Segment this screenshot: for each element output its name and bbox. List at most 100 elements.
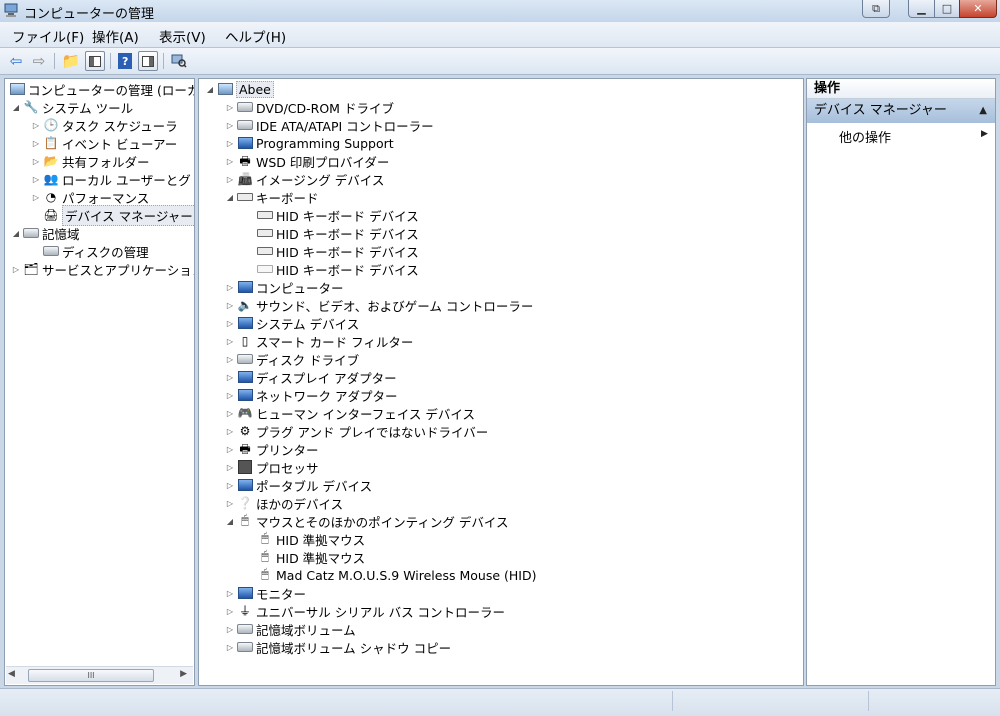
collapsed-arrow-icon[interactable]: ▷ [225,463,235,472]
device-item[interactable]: 🖱 HID 準拠マウス [255,530,365,548]
collapsed-arrow-icon[interactable]: ▷ [225,121,235,130]
collapsed-arrow-icon[interactable]: ▷ [225,337,235,346]
collapsed-arrow-icon[interactable]: ▷ [225,481,235,490]
collapsed-arrow-icon[interactable]: ▷ [31,175,41,184]
menu-view[interactable]: 表示(V) [159,26,206,46]
expanded-arrow-icon[interactable]: ◢ [11,103,21,112]
horizontal-scrollbar[interactable]: ◀ III ▶ [6,666,193,684]
tree-node-services-apps[interactable]: ▷ 🗂 サービスとアプリケーション [11,260,194,278]
tree-node-device-manager[interactable]: 🖨 デバイス マネージャー [41,204,194,226]
expanded-arrow-icon[interactable]: ◢ [225,193,235,202]
restore-icon-button[interactable]: ⧉ [862,0,890,18]
tree-node-performance[interactable]: ▷ ◔ パフォーマンス [31,188,149,206]
maximize-button[interactable]: □ [934,0,960,18]
device-root-node[interactable]: ◢ Abee [205,80,274,98]
device-category[interactable]: ▷ 📠 イメージング デバイス [225,170,384,188]
device-category[interactable]: ▷ DVD/CD-ROM ドライブ [225,98,394,116]
tree-node-disk-management[interactable]: ディスクの管理 [41,242,149,260]
device-category[interactable]: ▷ ネットワーク アダプター [225,386,398,404]
device-item[interactable]: 🖱 HID 準拠マウス [255,548,365,566]
minimize-button[interactable]: ▁ [908,0,935,18]
expanded-arrow-icon[interactable]: ◢ [205,85,215,94]
device-category[interactable]: ▷ 🔈 サウンド、ビデオ、およびゲーム コントローラー [225,296,533,314]
collapsed-arrow-icon[interactable]: ▷ [225,103,235,112]
device-category[interactable]: ▷ システム デバイス [225,314,359,332]
up-folder-icon[interactable]: 📁 [61,51,81,71]
help-icon[interactable]: ? [115,51,135,71]
collapsed-arrow-icon[interactable]: ▷ [31,157,41,166]
menu-file[interactable]: ファイル(F) [12,26,84,46]
collapsed-arrow-icon[interactable]: ▷ [225,355,235,364]
collapsed-arrow-icon[interactable]: ▷ [225,427,235,436]
device-category[interactable]: ▷ ⚙ プラグ アンド プレイではないドライバー [225,422,488,440]
collapsed-arrow-icon[interactable]: ▷ [31,193,41,202]
tree-node-task-scheduler[interactable]: ▷ 🕒 タスク スケジューラ [31,116,178,134]
collapsed-arrow-icon[interactable]: ▷ [225,445,235,454]
device-category[interactable]: ▷ ディスプレイ アダプター [225,368,397,386]
device-category-expanded[interactable]: ◢ キーボード [225,188,319,206]
device-category[interactable]: ▷ 🎮 ヒューマン インターフェイス デバイス [225,404,475,422]
device-category[interactable]: ▷ 🖶 WSD 印刷プロバイダー [225,152,389,170]
device-item[interactable]: HID キーボード デバイス [255,224,419,242]
submenu-arrow-icon[interactable]: ▶ [981,129,988,139]
device-category[interactable]: ▷ ❔ ほかのデバイス [225,494,343,512]
device-category[interactable]: ▷ 記憶域ボリューム [225,620,356,638]
device-category[interactable]: ▷ ⏚ ユニバーサル シリアル バス コントローラー [225,602,505,620]
show-hide-action-pane-icon[interactable] [138,51,158,71]
collapsed-arrow-icon[interactable]: ▷ [225,373,235,382]
scroll-right-arrow-icon[interactable]: ▶ [180,669,187,679]
collapsed-arrow-icon[interactable]: ▷ [225,625,235,634]
collapsed-arrow-icon[interactable]: ▷ [225,301,235,310]
show-hide-tree-icon[interactable] [85,51,105,71]
scan-hardware-icon[interactable] [169,51,189,71]
collapsed-arrow-icon[interactable]: ▷ [225,499,235,508]
programming-support-icon [237,135,253,151]
device-category[interactable]: ▷ 🖶 プリンター [225,440,319,458]
tree-node-computer-management[interactable]: コンピューターの管理 (ローカル [7,80,194,98]
back-arrow-icon[interactable]: ⇦ [6,51,26,71]
collapsed-arrow-icon[interactable]: ▷ [31,121,41,130]
device-category-expanded[interactable]: ◢ 🖱 マウスとそのほかのポインティング デバイス [225,512,509,530]
device-item[interactable]: HID キーボード デバイス [255,206,419,224]
scroll-left-arrow-icon[interactable]: ◀ [8,669,15,679]
collapsed-arrow-icon[interactable]: ▷ [225,283,235,292]
device-category[interactable]: ▷ Programming Support [225,134,394,152]
collapsed-arrow-icon[interactable]: ▷ [225,589,235,598]
collapsed-arrow-icon[interactable]: ▷ [225,319,235,328]
device-category[interactable]: ▷ 記憶域ボリューム シャドウ コピー [225,638,451,656]
collapsed-arrow-icon[interactable]: ▷ [225,175,235,184]
menu-action[interactable]: 操作(A) [92,26,139,46]
actions-section-device-manager[interactable]: デバイス マネージャー ▲ [807,99,995,123]
tree-node-shared-folders[interactable]: ▷ 📂 共有フォルダー [31,152,150,170]
collapse-arrow-icon[interactable]: ▲ [979,99,987,123]
device-category[interactable]: ▷ プロセッサ [225,458,319,476]
device-category[interactable]: ▷ コンピューター [225,278,344,296]
device-item[interactable]: HID キーボード デバイス [255,260,419,278]
device-category[interactable]: ▷ IDE ATA/ATAPI コントローラー [225,116,434,134]
expanded-arrow-icon[interactable]: ◢ [11,229,21,238]
tree-node-storage[interactable]: ◢ 記憶域 [11,224,80,242]
expanded-arrow-icon[interactable]: ◢ [225,517,235,526]
device-item[interactable]: HID キーボード デバイス [255,242,419,260]
collapsed-arrow-icon[interactable]: ▷ [225,643,235,652]
tree-node-local-users[interactable]: ▷ 👥 ローカル ユーザーとグ [31,170,191,188]
collapsed-arrow-icon[interactable]: ▷ [225,607,235,616]
tree-node-event-viewer[interactable]: ▷ 📋 イベント ビューアー [31,134,177,152]
menu-help[interactable]: ヘルプ(H) [225,26,286,46]
collapsed-arrow-icon[interactable]: ▷ [225,139,235,148]
device-item[interactable]: 🖱 Mad Catz M.O.U.S.9 Wireless Mouse (HID) [255,566,536,584]
more-actions-link[interactable]: 他の操作 [839,127,891,146]
collapsed-arrow-icon[interactable]: ▷ [11,265,21,274]
collapsed-arrow-icon[interactable]: ▷ [225,391,235,400]
close-button[interactable]: ✕ [959,0,997,18]
device-category[interactable]: ▷ ポータブル デバイス [225,476,372,494]
collapsed-arrow-icon[interactable]: ▷ [225,409,235,418]
scrollbar-thumb[interactable]: III [28,669,154,682]
forward-arrow-icon[interactable]: ⇨ [29,51,49,71]
tree-node-system-tools[interactable]: ◢ 🔧 システム ツール [11,98,133,116]
collapsed-arrow-icon[interactable]: ▷ [225,157,235,166]
device-category[interactable]: ▷ モニター [225,584,306,602]
device-category[interactable]: ▷ ディスク ドライブ [225,350,359,368]
collapsed-arrow-icon[interactable]: ▷ [31,139,41,148]
device-category[interactable]: ▷ ▯ スマート カード フィルター [225,332,413,350]
